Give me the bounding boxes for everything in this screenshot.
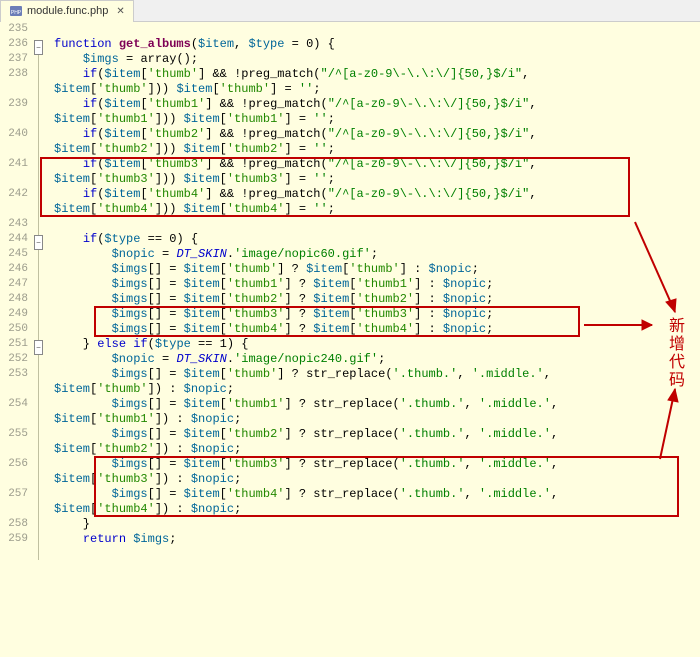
code-line[interactable]: $item['thumb4'])) $item['thumb4'] = '';: [54, 202, 700, 217]
line-number: 241: [0, 157, 28, 172]
tab-label: module.func.php: [27, 5, 108, 17]
code-line[interactable]: $nopic = DT_SKIN.'image/nopic240.gif';: [54, 352, 700, 367]
line-number: 236: [0, 37, 28, 52]
line-number: 242: [0, 187, 28, 202]
code-line[interactable]: $item['thumb4']) : $nopic;: [54, 502, 700, 517]
code-line[interactable]: if($item['thumb4'] && !preg_match("/^[a-…: [54, 187, 700, 202]
code-line[interactable]: $item['thumb3'])) $item['thumb3'] = '';: [54, 172, 700, 187]
code-line[interactable]: $imgs[] = $item['thumb'] ? $item['thumb'…: [54, 262, 700, 277]
code-line[interactable]: $imgs = array();: [54, 52, 700, 67]
code-line[interactable]: if($item['thumb2'] && !preg_match("/^[a-…: [54, 127, 700, 142]
code-line[interactable]: $item['thumb']) : $nopic;: [54, 382, 700, 397]
code-line[interactable]: $item['thumb1'])) $item['thumb1'] = '';: [54, 112, 700, 127]
code-line[interactable]: $imgs[] = $item['thumb1'] ? str_replace(…: [54, 397, 700, 412]
line-number: [0, 382, 28, 397]
code-line[interactable]: $item['thumb1']) : $nopic;: [54, 412, 700, 427]
code-line[interactable]: $imgs[] = $item['thumb3'] ? $item['thumb…: [54, 307, 700, 322]
code-line[interactable]: $imgs[] = $item['thumb3'] ? str_replace(…: [54, 457, 700, 472]
line-number: [0, 442, 28, 457]
code-line[interactable]: [54, 22, 700, 37]
code-line[interactable]: if($item['thumb1'] && !preg_match("/^[a-…: [54, 97, 700, 112]
code-line[interactable]: $item['thumb'])) $item['thumb'] = '';: [54, 82, 700, 97]
code-line[interactable]: if($item['thumb3'] && !preg_match("/^[a-…: [54, 157, 700, 172]
php-file-icon: PHP: [9, 4, 23, 18]
fold-column: − − −: [32, 22, 50, 657]
line-number: [0, 112, 28, 127]
line-number: 239: [0, 97, 28, 112]
line-number: [0, 172, 28, 187]
line-number: 247: [0, 277, 28, 292]
code-line[interactable]: $imgs[] = $item['thumb4'] ? str_replace(…: [54, 487, 700, 502]
code-line[interactable]: [54, 217, 700, 232]
code-line[interactable]: $item['thumb3']) : $nopic;: [54, 472, 700, 487]
code-line[interactable]: $imgs[] = $item['thumb1'] ? $item['thumb…: [54, 277, 700, 292]
code-line[interactable]: $item['thumb2']) : $nopic;: [54, 442, 700, 457]
svg-text:PHP: PHP: [11, 10, 22, 16]
line-number: [0, 202, 28, 217]
line-number: 251: [0, 337, 28, 352]
line-number: [0, 82, 28, 97]
line-number: 244: [0, 232, 28, 247]
code-line[interactable]: $nopic = DT_SKIN.'image/nopic60.gif';: [54, 247, 700, 262]
line-number: [0, 142, 28, 157]
line-number: 258: [0, 517, 28, 532]
line-number: 240: [0, 127, 28, 142]
code-line[interactable]: return $imgs;: [54, 532, 700, 547]
annotation-label: 新增代码: [662, 317, 686, 389]
line-number: [0, 502, 28, 517]
code-area[interactable]: 新增代码 function get_albums($item, $type = …: [50, 22, 700, 657]
code-line[interactable]: $imgs[] = $item['thumb2'] ? $item['thumb…: [54, 292, 700, 307]
code-line[interactable]: function get_albums($item, $type = 0) {: [54, 37, 700, 52]
editor: 2352362372382392402412422432442452462472…: [0, 22, 700, 657]
code-line[interactable]: $imgs[] = $item['thumb2'] ? str_replace(…: [54, 427, 700, 442]
line-number: 249: [0, 307, 28, 322]
tab-bar: PHP module.func.php ✕: [0, 0, 700, 22]
line-number: 255: [0, 427, 28, 442]
line-number: 243: [0, 217, 28, 232]
line-number: 250: [0, 322, 28, 337]
code-line[interactable]: if($type == 0) {: [54, 232, 700, 247]
line-number: 246: [0, 262, 28, 277]
code-line[interactable]: if($item['thumb'] && !preg_match("/^[a-z…: [54, 67, 700, 82]
line-number-gutter: 2352362372382392402412422432442452462472…: [0, 22, 32, 657]
line-number: 248: [0, 292, 28, 307]
code-line[interactable]: $imgs[] = $item['thumb'] ? str_replace('…: [54, 367, 700, 382]
fold-toggle[interactable]: −: [34, 40, 43, 55]
line-number: 252: [0, 352, 28, 367]
line-number: 237: [0, 52, 28, 67]
line-number: 259: [0, 532, 28, 547]
line-number: 253: [0, 367, 28, 382]
code-line[interactable]: $item['thumb2'])) $item['thumb2'] = '';: [54, 142, 700, 157]
code-line[interactable]: } else if($type == 1) {: [54, 337, 700, 352]
line-number: 256: [0, 457, 28, 472]
line-number: 254: [0, 397, 28, 412]
line-number: 235: [0, 22, 28, 37]
tab-module-func[interactable]: PHP module.func.php ✕: [0, 0, 134, 22]
line-number: [0, 412, 28, 427]
line-number: 238: [0, 67, 28, 82]
code-line[interactable]: }: [54, 517, 700, 532]
line-number: [0, 472, 28, 487]
line-number: 245: [0, 247, 28, 262]
close-icon[interactable]: ✕: [116, 6, 124, 17]
fold-toggle[interactable]: −: [34, 235, 43, 250]
code-line[interactable]: $imgs[] = $item['thumb4'] ? $item['thumb…: [54, 322, 700, 337]
line-number: 257: [0, 487, 28, 502]
fold-toggle[interactable]: −: [34, 340, 43, 355]
